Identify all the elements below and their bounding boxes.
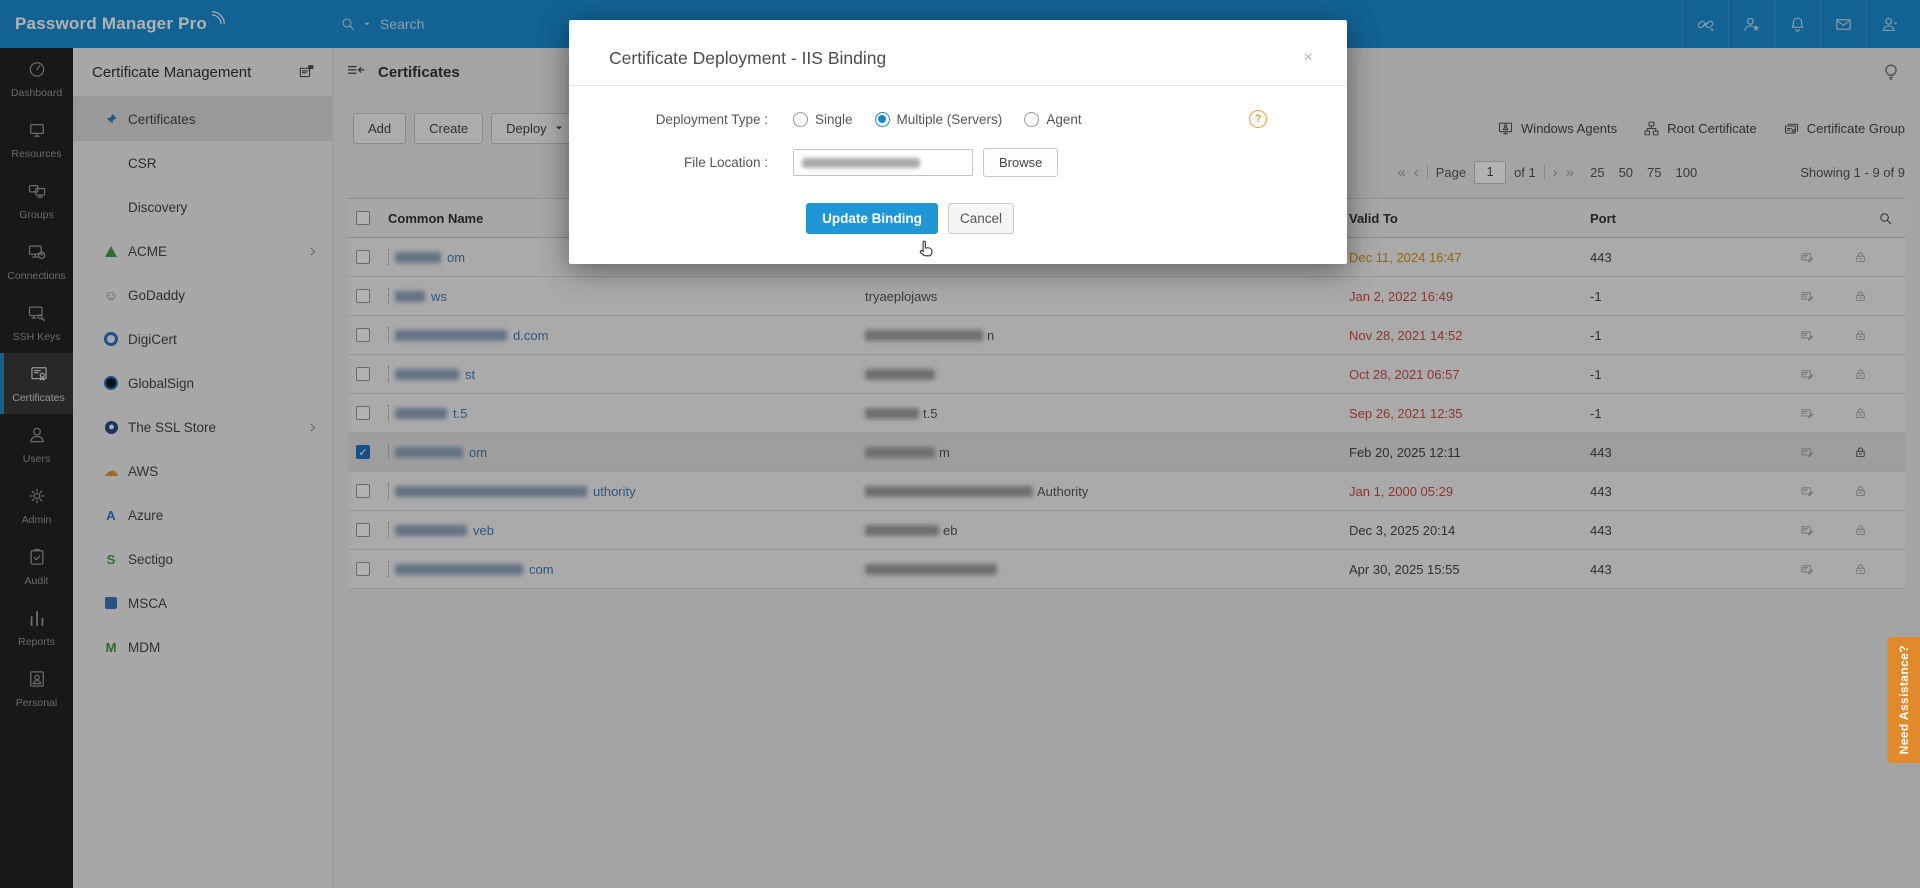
file-location-input[interactable]	[793, 149, 973, 176]
radio-multiple-servers[interactable]: Multiple (Servers)	[874, 111, 1002, 127]
redacted-file-path	[802, 157, 920, 168]
modal-header: Certificate Deployment - IIS Binding ×	[569, 20, 1347, 86]
close-icon[interactable]: ×	[1304, 50, 1313, 66]
need-assistance-label: Need Assistance?	[1896, 645, 1911, 755]
need-assistance-tab[interactable]: Need Assistance?	[1887, 637, 1920, 763]
deployment-type-row: Deployment Type : Single Multiple (Server…	[569, 110, 1267, 128]
radio-button-icon	[793, 111, 808, 127]
help-icon[interactable]: ?	[1249, 110, 1267, 128]
modal-title: Certificate Deployment - IIS Binding	[609, 48, 887, 68]
update-binding-button[interactable]: Update Binding	[806, 203, 938, 234]
radio-button-icon	[874, 111, 890, 127]
browse-button[interactable]: Browse	[983, 148, 1059, 177]
deployment-type-label: Deployment Type :	[655, 111, 768, 127]
deployment-type-options: Single Multiple (Servers) Agent	[793, 111, 1249, 127]
radio-button-icon	[1024, 111, 1040, 127]
modal-body: Deployment Type : Single Multiple (Server…	[569, 86, 1347, 264]
radio-single[interactable]: Single	[793, 111, 853, 127]
modal-buttons: Update Binding Cancel	[806, 203, 1307, 234]
file-location-row: File Location : Browse	[569, 148, 1267, 177]
iis-binding-modal: Certificate Deployment - IIS Binding × D…	[569, 20, 1347, 264]
cancel-button[interactable]: Cancel	[948, 203, 1014, 234]
file-location-label: File Location :	[683, 155, 768, 170]
radio-agent[interactable]: Agent	[1024, 111, 1082, 127]
